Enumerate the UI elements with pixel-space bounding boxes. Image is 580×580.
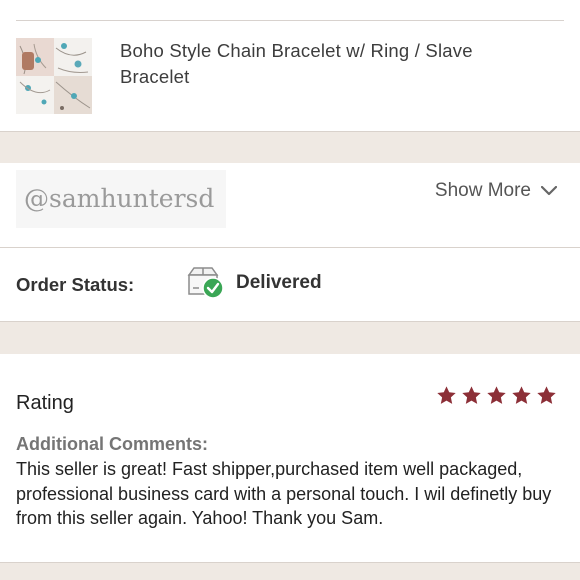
- order-status-value: Delivered: [236, 272, 322, 293]
- star-icon: [512, 386, 531, 404]
- order-status-card: Order Status: Delivered: [0, 248, 580, 321]
- show-more-label: Show More: [434, 180, 531, 201]
- comments-text: This seller is great! Fast shipper,purch…: [16, 459, 552, 528]
- star-icon: [487, 386, 506, 404]
- rating-card: Rating Additional Comments: This seller …: [0, 354, 580, 562]
- star-icon: [537, 386, 556, 404]
- seller-card: @samhuntersd Show More: [0, 163, 580, 247]
- product-thumbnail[interactable]: [16, 38, 92, 114]
- star-icon: [437, 386, 456, 404]
- redaction-block: [205, 70, 427, 122]
- seller-handle[interactable]: @samhuntersd: [24, 184, 214, 213]
- star-icon: [462, 386, 481, 404]
- star-rating: [436, 385, 557, 406]
- top-divider: [16, 20, 564, 21]
- package-delivered-icon: [187, 267, 224, 299]
- show-more-button[interactable]: Show More: [435, 180, 557, 202]
- chevron-down-icon: [541, 186, 557, 196]
- order-status-label: Order Status:: [16, 274, 135, 295]
- section-divider: [0, 321, 580, 322]
- product-card: Boho Style Chain Bracelet w/ Ring / Slav…: [0, 0, 580, 131]
- rating-label: Rating: [16, 392, 74, 414]
- section-divider: [0, 562, 580, 563]
- section-divider: [0, 131, 580, 132]
- redaction-block: [112, 88, 198, 115]
- comments-label: Additional Comments:: [16, 434, 208, 454]
